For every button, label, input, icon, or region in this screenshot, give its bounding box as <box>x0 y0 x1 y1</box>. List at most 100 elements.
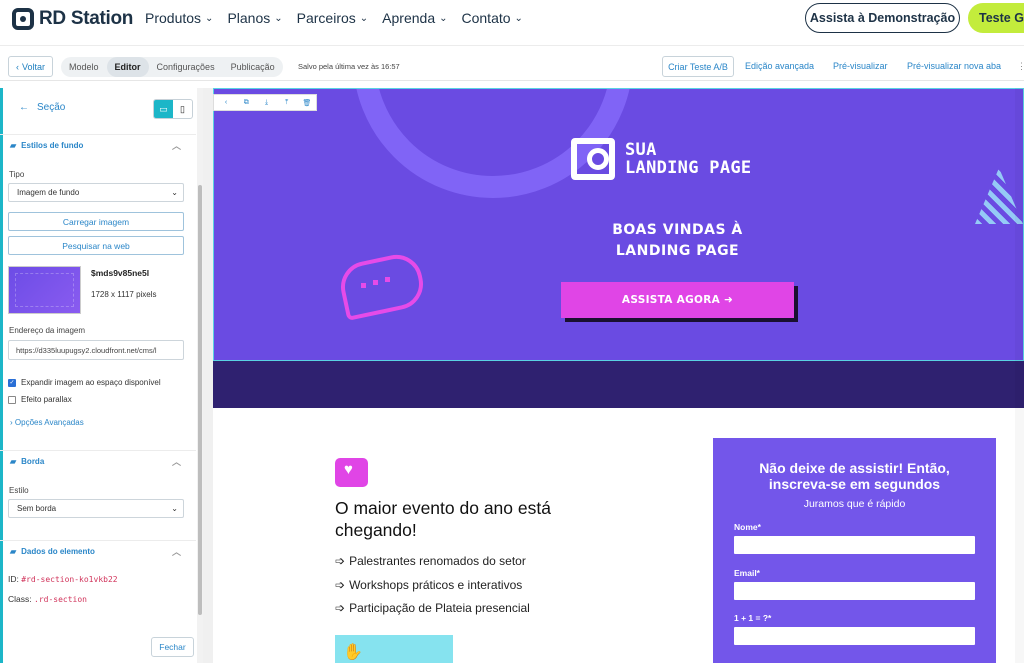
parallax-option[interactable]: Efeito parallax <box>8 395 72 404</box>
more-icon[interactable]: ⋮ <box>1017 61 1024 72</box>
brand-name: RD Station <box>39 8 134 29</box>
nav-item-label: Parceiros <box>296 10 356 26</box>
heart-icon <box>335 458 368 487</box>
border-style-select[interactable]: Sem borda ⌄ <box>8 499 184 518</box>
type-select[interactable]: Imagem de fundo ⌄ <box>8 183 184 202</box>
image-thumbnail[interactable] <box>8 266 81 314</box>
element-data-header[interactable]: ▰ Dados do elemento ︿ <box>0 540 196 562</box>
chevron-left-icon: ‹ <box>15 61 19 72</box>
back-label: Voltar <box>21 61 45 72</box>
nav-item-produtos[interactable]: Produtos ⌄ <box>145 10 213 26</box>
canvas-scrollbar[interactable] <box>1015 88 1024 663</box>
duplicate-icon[interactable]: ⧉ <box>237 96 255 109</box>
sidebar-header[interactable]: ← Seção <box>19 102 65 113</box>
hero-bottom-band <box>213 360 1024 408</box>
desktop-icon[interactable]: ▭ <box>154 100 173 118</box>
type-select-value: Imagem de fundo <box>17 188 80 197</box>
captcha-label: 1 + 1 = ?* <box>734 613 772 623</box>
chevron-down-icon: ⌄ <box>514 12 523 24</box>
saved-status: Salvo pela última vez às 16:57 <box>298 62 400 71</box>
nav-item-label: Contato <box>461 10 511 26</box>
nav-item-label: Aprenda <box>382 10 436 26</box>
rd-station-logo[interactable]: RD Station <box>12 8 133 30</box>
top-navigation: RD Station Produtos ⌄ Planos ⌄ Parceiros ⌄ … <box>0 0 1024 46</box>
name-label: Nome* <box>734 522 761 532</box>
form-title: Não deixe de assistir! Então, inscreva-s… <box>759 460 950 492</box>
email-field[interactable] <box>734 582 975 600</box>
step-modelo[interactable]: Modelo <box>61 57 107 77</box>
list-item-text: Participação de Plateia presencial <box>349 601 530 615</box>
arrow-right-icon: ➩ <box>335 577 346 592</box>
chevron-down-icon: ⌄ <box>205 12 214 24</box>
list-item: ➩ Participação de Plateia presencial <box>335 601 530 625</box>
sidebar-scroll-thumb[interactable] <box>198 185 202 615</box>
event-bullets: ➩ Palestrantes renomados do setor ➩ Worksh… <box>335 554 530 625</box>
border-header[interactable]: ▰ Borda ︿ <box>0 450 196 472</box>
arrow-left-icon[interactable]: ← <box>19 102 29 113</box>
nav-item-planos[interactable]: Planos ⌄ <box>227 10 282 26</box>
nav-links: Produtos ⌄ Planos ⌄ Parceiros ⌄ Aprenda ⌄ Co… <box>145 10 523 26</box>
ab-test-button[interactable]: Criar Teste A/B <box>662 56 734 77</box>
border-title: Borda <box>21 457 45 466</box>
element-id: ID: #rd-section-ko1vkb22 <box>8 574 118 584</box>
advanced-options-label: Opções Avançadas <box>14 418 84 427</box>
chevron-right-icon: › <box>10 418 13 427</box>
class-value[interactable]: .rd-section <box>34 595 87 604</box>
upload-image-button[interactable]: Carregar imagem <box>8 212 184 231</box>
back-button[interactable]: ‹ Voltar <box>8 56 53 77</box>
welcome-heading: BOAS VINDAS À LANDING PAGE <box>612 222 743 259</box>
trial-button[interactable]: Teste Gr <box>968 3 1024 33</box>
parallax-checkbox[interactable] <box>8 395 16 404</box>
rd-logo-icon <box>12 8 34 30</box>
sidebar-title: Seção <box>37 102 66 113</box>
folder-icon: ▰ <box>10 141 17 150</box>
type-label: Tipo <box>9 170 25 179</box>
move-down-icon[interactable]: ⤓ <box>257 96 275 109</box>
name-field[interactable] <box>734 536 975 554</box>
expand-image-option[interactable]: ✓ Expandir imagem ao espaço disponível <box>8 378 161 387</box>
style-label: Estilo <box>9 486 29 495</box>
list-item: ➩ Palestrantes renomados do setor <box>335 554 530 578</box>
lp-logo-line2: LANDING PAGE <box>625 158 752 178</box>
nav-item-contato[interactable]: Contato ⌄ <box>462 10 523 26</box>
nav-item-label: Planos <box>227 10 271 26</box>
chevron-down-icon: ⌄ <box>274 12 283 24</box>
folder-icon: ▰ <box>10 547 17 556</box>
captcha-field[interactable] <box>734 627 975 645</box>
expand-checkbox[interactable]: ✓ <box>8 378 16 387</box>
chevron-up-icon: ︿ <box>171 457 181 467</box>
demo-button[interactable]: Assista à Demonstração <box>805 3 960 33</box>
device-toggle: ▭ ▯ <box>153 99 193 119</box>
image-size: 1728 x 1117 pixels <box>91 290 157 299</box>
advanced-edit-link[interactable]: Edição avançada <box>745 61 814 71</box>
image-url-label: Endereço da imagem <box>9 326 86 335</box>
preview-new-tab-link[interactable]: Pré-visualizar nova aba <box>907 61 1001 71</box>
list-item-text: Palestrantes renomados do setor <box>349 554 526 568</box>
step-publicacao[interactable]: Publicação <box>223 57 283 77</box>
parallax-label: Efeito parallax <box>21 395 72 404</box>
watch-now-button[interactable]: ASSISTA AGORA ➜ <box>561 282 794 318</box>
search-web-button[interactable]: Pesquisar na web <box>8 236 184 255</box>
step-configuracoes[interactable]: Configurações <box>149 57 223 77</box>
advanced-options-toggle[interactable]: › Opções Avançadas <box>10 418 84 427</box>
landing-page-logo: SUA LANDING PAGE <box>571 138 751 180</box>
chevron-left-icon[interactable]: ‹ <box>217 96 235 109</box>
nav-item-aprenda[interactable]: Aprenda ⌄ <box>382 10 447 26</box>
element-data-title: Dados do elemento <box>21 547 95 556</box>
bg-styles-header[interactable]: ▰ Estilos de fundo ︿ <box>0 134 196 156</box>
move-up-icon[interactable]: ⤒ <box>278 96 296 109</box>
step-editor[interactable]: Editor <box>106 57 149 77</box>
close-button[interactable]: Fechar <box>151 637 194 657</box>
trash-icon[interactable]: 🗑 <box>298 96 316 109</box>
list-item: ➩ Workshops práticos e interativos <box>335 578 530 602</box>
section-mini-toolbar: ‹ ⧉ ⤓ ⤒ 🗑 <box>213 94 317 111</box>
email-label: Email* <box>734 568 760 578</box>
mobile-icon[interactable]: ▯ <box>173 100 192 118</box>
preview-link[interactable]: Pré-visualizar <box>833 61 888 71</box>
nav-item-parceiros[interactable]: Parceiros ⌄ <box>297 10 369 26</box>
event-title: O maior evento do ano está chegando! <box>335 498 551 540</box>
lp-logo-icon <box>571 138 615 180</box>
id-value[interactable]: #rd-section-ko1vkb22 <box>21 575 117 584</box>
image-url-input[interactable]: https://d335luupugsy2.cloudfront.net/cms… <box>8 340 184 360</box>
hand-icon: ✋ <box>343 644 363 661</box>
